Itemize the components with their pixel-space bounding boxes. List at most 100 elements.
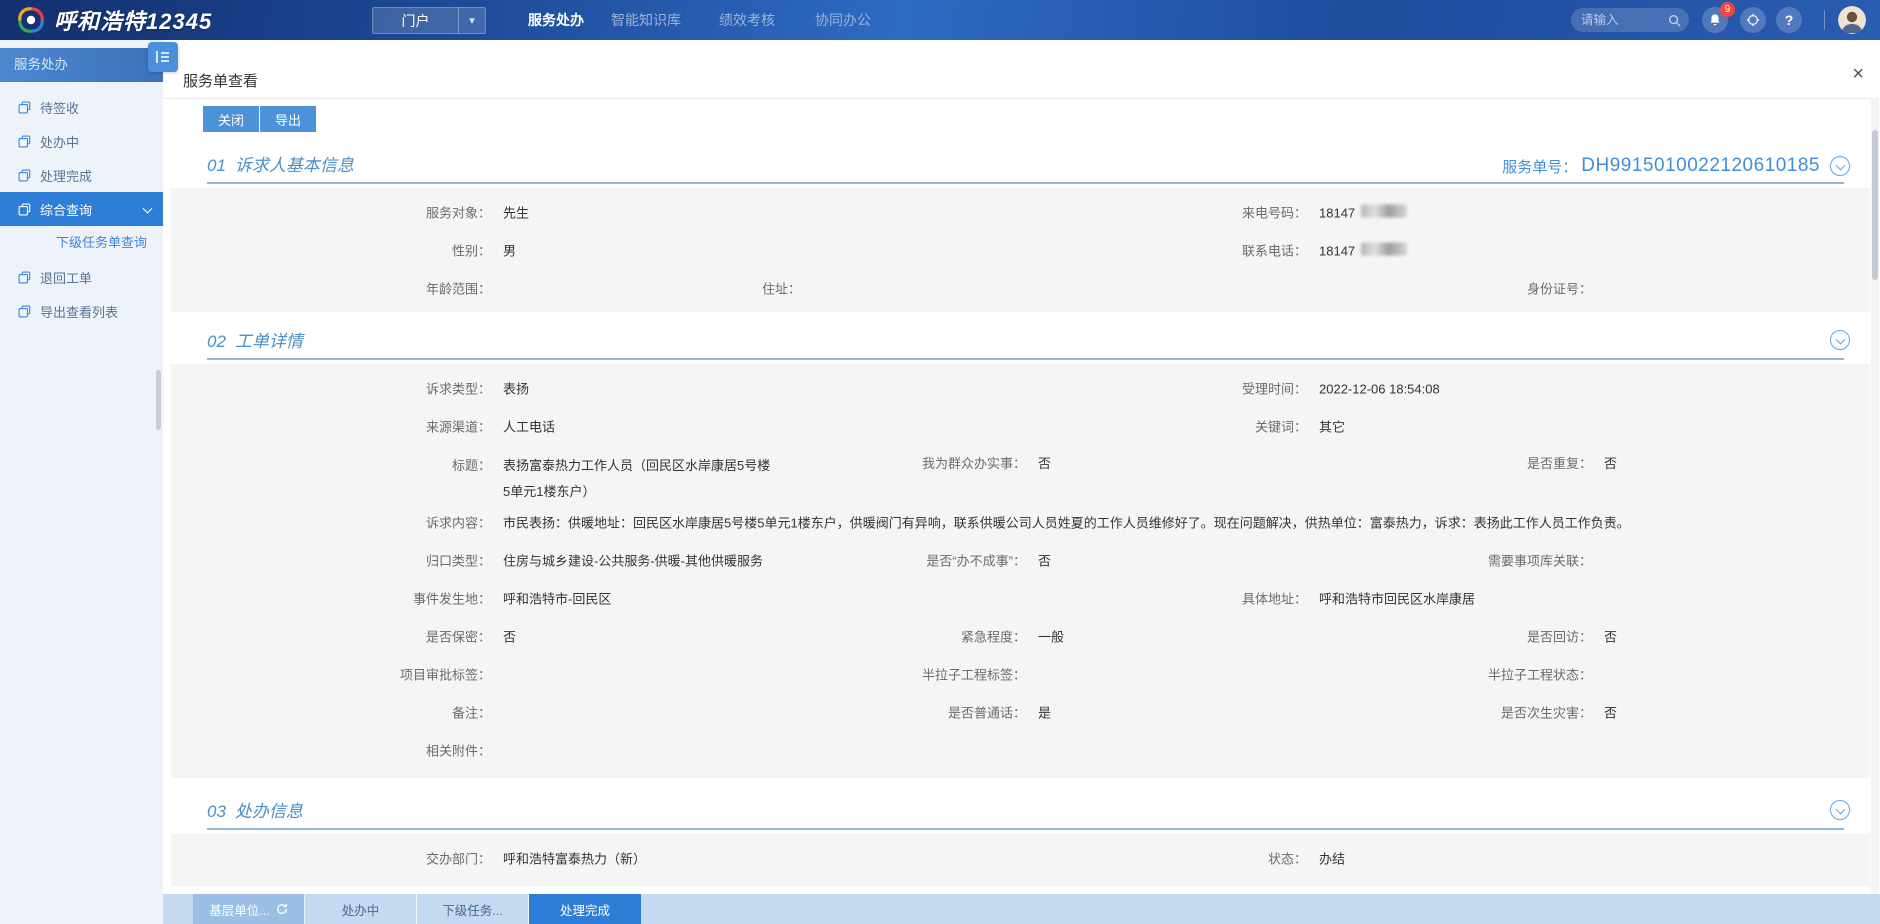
ticket-number: 服务单号： DH9915010022120610185 <box>1502 155 1850 177</box>
section-collapse-icon[interactable] <box>1830 330 1850 350</box>
field-appeal-content: 诉求内容： 市民表扬：供暖地址：回民区水岸康居5号楼5单元1楼东户，供暖阀门有异… <box>171 513 1630 532</box>
chevron-down-icon: ▾ <box>459 14 485 27</box>
app-brand: 呼和浩特12345 <box>16 4 212 36</box>
title-divider <box>163 98 1880 99</box>
sidebar-item-label: 综合查询 <box>40 200 92 219</box>
main-panel: 服务单查看 × 关闭 导出 01 诉求人基本信息 服务单号： DH9915010… <box>163 40 1880 924</box>
app-title: 呼和浩特12345 <box>54 4 212 36</box>
field-mandarin: 是否普通话： 是 <box>671 703 1051 722</box>
sidebar-item-completed[interactable]: 处理完成 <box>0 158 163 192</box>
navigation-button[interactable] <box>1740 7 1766 33</box>
notification-badge: 9 <box>1720 2 1735 17</box>
field-row: 项目审批标签： 半拉子工程标签： 半拉子工程状态： <box>171 655 1870 693</box>
field-unfinished-project-tag: 半拉子工程标签： <box>671 665 1038 684</box>
app-window: 呼和浩特12345 门户 ▾ 服务处办 智能知识库 绩效考核 协同办公 9 <box>0 0 1880 924</box>
field-accept-time: 受理时间： 2022-12-06 18:54:08 <box>971 379 1440 398</box>
top-header: 呼和浩特12345 门户 ▾ 服务处办 智能知识库 绩效考核 协同办公 9 <box>0 0 1880 40</box>
redacted-digits <box>1361 243 1407 256</box>
field-service-target: 服务对象： 先生 <box>171 203 529 222</box>
chevron-down-icon <box>143 204 153 214</box>
notifications-button[interactable]: 9 <box>1702 7 1728 33</box>
field-appeal-type: 诉求类型： 表扬 <box>171 379 529 398</box>
field-unfinished-project-status: 半拉子工程状态： <box>1271 665 1604 684</box>
sidebar-item-label: 处办中 <box>40 132 79 151</box>
field-is-duplicate: 是否重复： 否 <box>1271 453 1617 472</box>
refresh-icon[interactable] <box>276 903 288 915</box>
sidebar-item-returned-tickets[interactable]: 退回工单 <box>0 260 163 294</box>
search-input[interactable] <box>1581 13 1668 27</box>
sidebar-item-label: 退回工单 <box>40 268 92 287</box>
tab-grassroots-unit[interactable]: 基层单位... <box>193 894 305 924</box>
field-event-location: 事件发生地： 呼和浩特市-回民区 <box>171 589 611 608</box>
document-copy-icon <box>18 305 31 318</box>
header-divider <box>1824 10 1825 30</box>
global-search[interactable] <box>1571 8 1689 32</box>
section-collapse-icon[interactable] <box>1830 156 1850 176</box>
sidebar-subitem-subordinate-task-query[interactable]: 下级任务单查询 <box>0 226 163 260</box>
field-row: 服务对象： 先生 来电号码： 18147 <box>171 193 1870 231</box>
sidebar-scrollbar-thumb[interactable] <box>156 370 161 430</box>
field-row: 是否保密： 否 紧急程度： 一般 是否回访： 否 <box>171 617 1870 655</box>
nav-knowledge-base[interactable]: 智能知识库 <box>611 0 681 40</box>
close-icon[interactable]: × <box>1852 64 1864 84</box>
document-copy-icon <box>18 203 31 216</box>
sidebar-menu: 待签收 处办中 处理完成 综合查询 下级任务单查询 退回工单 <box>0 90 163 328</box>
sidebar: 服务处办 待签收 处办中 处理完成 综合查询 <box>0 40 163 924</box>
nav-portal-button[interactable]: 门户 ▾ <box>372 7 486 34</box>
sidebar-item-pending-sign[interactable]: 待签收 <box>0 90 163 124</box>
bottom-tab-bar: 基层单位... 处办中 下级任务... 处理完成 <box>163 894 1880 924</box>
field-detail-address: 具体地址： 呼和浩特市回民区水岸康居 <box>971 589 1475 608</box>
section-2-header: 02 工单详情 <box>207 324 1844 360</box>
document-copy-icon <box>18 169 31 182</box>
field-for-masses: 我为群众办实事： 否 <box>671 453 1051 472</box>
document-copy-icon <box>18 135 31 148</box>
sidebar-item-label: 导出查看列表 <box>40 302 118 321</box>
export-button[interactable]: 导出 <box>260 106 316 132</box>
field-row: 诉求内容： 市民表扬：供暖地址：回民区水岸康居5号楼5单元1楼东户，供暖阀门有异… <box>171 503 1870 541</box>
nav-performance[interactable]: 绩效考核 <box>719 0 775 40</box>
main-scrollbar-thumb[interactable] <box>1872 130 1878 280</box>
sidebar-item-export-view-list[interactable]: 导出查看列表 <box>0 294 163 328</box>
avatar-image <box>1838 6 1866 34</box>
help-button[interactable]: ? <box>1776 7 1802 33</box>
nav-collaboration[interactable]: 协同办公 <box>815 0 871 40</box>
field-row: 标题： 表扬富泰热力工作人员（回民区水岸康居5号楼5单元1楼东户） 我为群众办实… <box>171 445 1870 503</box>
field-gender: 性别： 男 <box>171 241 516 260</box>
tab-in-progress[interactable]: 处办中 <box>305 894 417 924</box>
sidebar-item-label: 处理完成 <box>40 166 92 185</box>
field-row: 归口类型： 住房与城乡建设-公共服务-供暖-其他供暖服务 是否“办不成事”： 否… <box>171 541 1870 579</box>
section-3-body: 交办部门： 呼和浩特富泰热力（新） 状态： 办结 <box>171 834 1870 886</box>
toolbar: 关闭 导出 <box>203 106 316 132</box>
main-scrollbar[interactable] <box>1871 98 1879 894</box>
sidebar-collapse-button[interactable] <box>148 42 178 72</box>
field-keyword: 关键词： 其它 <box>971 417 1345 436</box>
sidebar-item-comprehensive-query[interactable]: 综合查询 <box>0 192 163 226</box>
section-1-header: 01 诉求人基本信息 服务单号： DH9915010022120610185 <box>207 144 1844 184</box>
field-row: 备注： 是否普通话： 是 是否次生灾害： 否 <box>171 693 1870 731</box>
field-remark: 备注： <box>171 703 503 722</box>
compass-icon <box>1746 13 1760 27</box>
field-status: 状态： 办结 <box>971 849 1345 868</box>
tab-completed[interactable]: 处理完成 <box>529 894 641 924</box>
nav-service-handling[interactable]: 服务处办 <box>528 0 584 40</box>
field-urgency: 紧急程度： 一般 <box>671 627 1064 646</box>
field-row: 事件发生地： 呼和浩特市-回民区 具体地址： 呼和浩特市回民区水岸康居 <box>171 579 1870 617</box>
field-row: 性别： 男 联系电话： 18147 <box>171 231 1870 269</box>
field-secondary-disaster: 是否次生灾害： 否 <box>1271 703 1617 722</box>
tab-subordinate-task[interactable]: 下级任务... <box>417 894 529 924</box>
ticket-number-label: 服务单号： <box>1502 156 1577 177</box>
page-title: 服务单查看 <box>183 70 258 91</box>
field-item-library-link: 需要事项库关联： <box>1271 551 1604 570</box>
search-icon <box>1668 14 1681 27</box>
field-row: 年龄范围： 住址： 身份证号： <box>171 269 1870 307</box>
close-button[interactable]: 关闭 <box>203 106 259 132</box>
field-contact-number: 联系电话： 18147 <box>971 241 1407 260</box>
user-avatar[interactable] <box>1838 6 1866 34</box>
bell-icon <box>1708 13 1722 27</box>
sidebar-item-in-progress[interactable]: 处办中 <box>0 124 163 158</box>
field-row: 相关附件： <box>171 731 1870 769</box>
menu-fold-icon <box>155 49 171 65</box>
section-collapse-icon[interactable] <box>1830 800 1850 820</box>
section-title: 处办信息 <box>235 797 303 822</box>
section-number: 03 <box>207 802 226 822</box>
